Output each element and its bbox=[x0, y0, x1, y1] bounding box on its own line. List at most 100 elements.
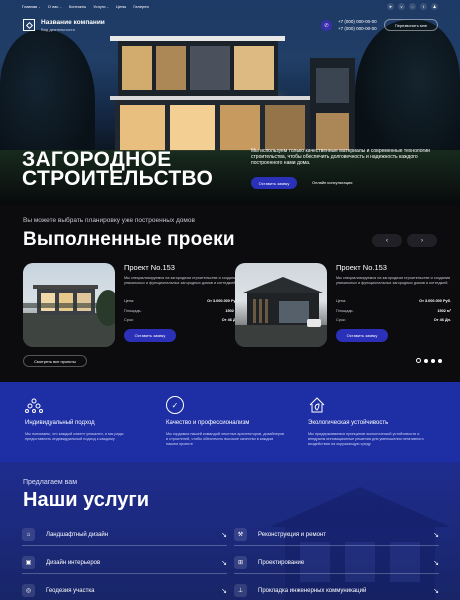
project-title: Проект No.153 bbox=[336, 263, 387, 272]
phone-number-1[interactable]: +7 (000) 000-00-00 bbox=[338, 19, 377, 24]
nav-item-home[interactable]: Главная⌄ bbox=[22, 4, 41, 9]
service-label: Прокладка инженерных коммуникаций bbox=[258, 587, 367, 594]
pagination-dot-active[interactable] bbox=[416, 358, 421, 363]
online-consult-link[interactable]: Онлайн консультация bbox=[312, 177, 352, 189]
slider-prev-button[interactable]: ‹ bbox=[372, 234, 402, 247]
project-description: Мы специализируемся на загородном строит… bbox=[124, 276, 239, 285]
services-title: Наши услуги bbox=[23, 489, 150, 511]
arrow-down-right-icon: ↘ bbox=[221, 531, 227, 539]
service-item-geodesy[interactable]: ◎ Геодезия участка ↘ bbox=[22, 580, 227, 600]
feature-description: Мы гордимся нашей командой опытных архит… bbox=[166, 432, 285, 446]
people-icon bbox=[25, 398, 43, 413]
phone-number-2[interactable]: +7 (000) 000-00-00 bbox=[338, 26, 377, 31]
term-label: Срок: bbox=[124, 318, 134, 322]
interior-icon: ▣ bbox=[22, 556, 35, 569]
arrow-down-right-icon: ↘ bbox=[221, 587, 227, 595]
hero-description: Мы используем только качественные матери… bbox=[251, 148, 430, 167]
arrow-down-right-icon: ↘ bbox=[221, 559, 227, 567]
nav-item-contacts[interactable]: Контакты bbox=[69, 4, 86, 9]
company-name: Название компании bbox=[41, 19, 105, 26]
geodesy-icon: ◎ bbox=[22, 584, 35, 597]
area-label: Площадь: bbox=[336, 309, 354, 313]
service-label: Проектирование bbox=[258, 559, 305, 566]
check-icon: ✓ bbox=[166, 396, 184, 414]
pagination-dot[interactable] bbox=[438, 358, 442, 363]
nav-item-label: О нас bbox=[47, 3, 59, 9]
price-value: От 3.000.000 Руб. bbox=[419, 299, 451, 303]
callback-button[interactable]: Перезвонить мне bbox=[384, 19, 438, 31]
price-label: Цена: bbox=[124, 299, 135, 303]
feature-description: Мы понимаем, что каждый клиент уникален,… bbox=[25, 432, 124, 441]
feature-title: Экологическая устойчивость bbox=[308, 420, 389, 426]
company-activity: Вид деятельности bbox=[41, 27, 75, 32]
nav-item-about[interactable]: О нас⌄ bbox=[48, 4, 62, 9]
project-area-row: Площадь: 1502 м² bbox=[336, 309, 451, 314]
nav-item-label: Контакты bbox=[68, 3, 87, 9]
vk-icon[interactable]: v bbox=[398, 2, 405, 10]
eco-house-icon bbox=[309, 397, 325, 413]
project-image[interactable] bbox=[23, 263, 115, 347]
hero-title-line-2: СТРОИТЕЛЬСТВО bbox=[22, 167, 214, 190]
service-item-landscape[interactable]: ⌂ Ландшафтный дизайн ↘ bbox=[22, 524, 227, 546]
pagination-dot[interactable] bbox=[431, 358, 435, 363]
feature-title: Качество и профессионализм bbox=[166, 420, 250, 426]
top-nav: Главная⌄ О нас⌄ Контакты Услуги⌄ Цены Га… bbox=[0, 0, 460, 12]
social-links: ➤ v ◌ t ♟ bbox=[387, 2, 438, 10]
nav-item-services[interactable]: Услуги⌄ bbox=[93, 4, 109, 9]
slider-next-button[interactable]: › bbox=[407, 234, 437, 247]
hero-order-button[interactable]: Оставить заявку bbox=[251, 177, 297, 189]
feature-title: Индивидуальный подход bbox=[25, 420, 95, 426]
project-term-row: Срок: От 46 Дн. bbox=[124, 318, 239, 323]
odnoklassniki-icon[interactable]: ♟ bbox=[431, 2, 438, 10]
project-title: Проект No.153 bbox=[124, 263, 175, 272]
twitter-icon[interactable]: t bbox=[420, 2, 427, 10]
project-area-row: Площадь: 1502 м² bbox=[124, 309, 239, 314]
term-value: От 46 Дн. bbox=[433, 318, 451, 322]
term-label: Срок: bbox=[336, 318, 346, 322]
projects-subtitle: Вы можете выбрать планировку уже построе… bbox=[23, 217, 195, 224]
phone-icon[interactable]: ✆ bbox=[321, 20, 332, 31]
arrow-down-right-icon: ↘ bbox=[433, 559, 439, 567]
nav-item-gallery[interactable]: Галерея bbox=[133, 4, 148, 9]
all-projects-button[interactable]: Смотреть все проекты bbox=[23, 355, 87, 367]
slider-pagination bbox=[416, 358, 442, 363]
chevron-right-icon: › bbox=[421, 237, 423, 244]
service-item-design[interactable]: ⊞ Проектирование ↘ bbox=[234, 552, 439, 574]
services-subtitle: Предлагаем вам bbox=[23, 479, 78, 486]
logo-icon[interactable] bbox=[23, 19, 35, 31]
service-label: Дизайн интерьеров bbox=[46, 559, 101, 566]
project-price-row: Цена: От 3.000.000 Руб. bbox=[336, 299, 451, 304]
project-description: Мы специализируемся на загородном строит… bbox=[336, 276, 451, 285]
project-image[interactable] bbox=[235, 263, 327, 347]
service-item-repair[interactable]: ⚒ Реконструкция и ремонт ↘ bbox=[234, 524, 439, 546]
nav-item-label: Галерея bbox=[133, 3, 149, 9]
blueprint-icon: ⊞ bbox=[234, 556, 247, 569]
chevron-down-icon: ⌄ bbox=[59, 4, 62, 9]
area-label: Площадь: bbox=[124, 309, 142, 313]
repair-icon: ⚒ bbox=[234, 528, 247, 541]
service-item-interior[interactable]: ▣ Дизайн интерьеров ↘ bbox=[22, 552, 227, 574]
chevron-down-icon: ⌄ bbox=[106, 4, 110, 9]
whatsapp-icon[interactable]: ◌ bbox=[409, 2, 416, 10]
projects-title: Выполненные проеки bbox=[23, 229, 235, 250]
service-item-utilities[interactable]: ⊥ Прокладка инженерных коммуникаций ↘ bbox=[234, 580, 439, 600]
nav-item-label: Главная bbox=[22, 3, 38, 9]
project-house-illustration bbox=[23, 285, 115, 347]
area-value: 1502 м² bbox=[437, 309, 451, 313]
nav-item-prices[interactable]: Цены bbox=[116, 4, 126, 9]
service-label: Геодезия участка bbox=[46, 587, 95, 594]
nav-item-label: Услуги bbox=[93, 3, 106, 9]
pagination-dot[interactable] bbox=[424, 358, 428, 363]
service-label: Реконструкция и ремонт bbox=[258, 531, 326, 538]
project-order-button[interactable]: Оставить заявку bbox=[336, 329, 388, 342]
hero-title: ЗАГОРОДНОЕ СТРОИТЕЛЬСТВО bbox=[22, 149, 214, 190]
price-label: Цена: bbox=[336, 299, 347, 303]
chevron-down-icon: ⌄ bbox=[38, 4, 41, 9]
project-order-button[interactable]: Оставить заявку bbox=[124, 329, 176, 342]
arrow-down-right-icon: ↘ bbox=[433, 531, 439, 539]
hero-house-image bbox=[110, 36, 355, 155]
project-price-row: Цена: От 3.000.000 Руб. bbox=[124, 299, 239, 304]
telegram-icon[interactable]: ➤ bbox=[387, 2, 394, 10]
service-label: Ландшафтный дизайн bbox=[46, 531, 109, 538]
arrow-down-right-icon: ↘ bbox=[433, 587, 439, 595]
